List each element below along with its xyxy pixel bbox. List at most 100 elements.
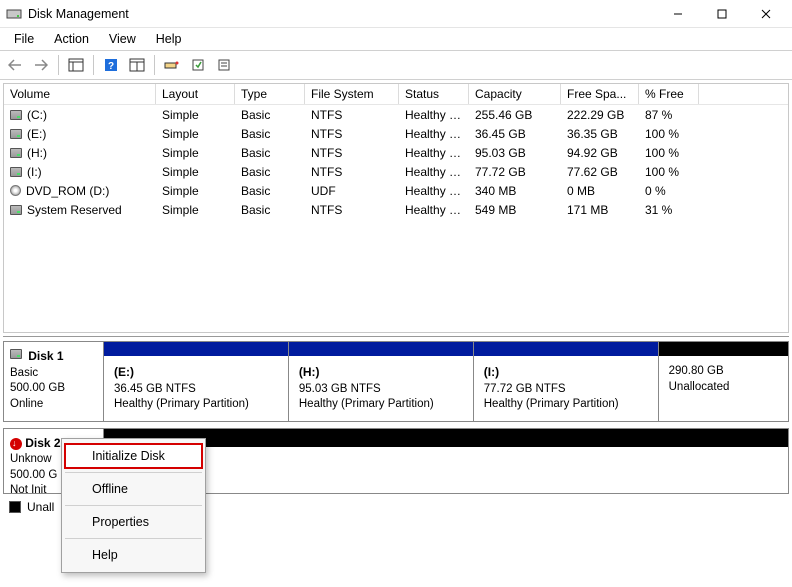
volume-fs: NTFS (305, 202, 399, 218)
volume-capacity: 95.03 GB (469, 145, 561, 161)
volume-row[interactable]: System ReservedSimpleBasicNTFSHealthy (S… (4, 200, 788, 219)
partition[interactable]: (H:) 95.03 GB NTFS Healthy (Primary Partit… (289, 342, 474, 421)
disk1-info: Disk 1 Basic 500.00 GB Online (4, 342, 104, 421)
title-bar: Disk Management (0, 0, 792, 28)
partition-size: 95.03 GB NTFS (299, 383, 381, 395)
volume-layout: Simple (156, 145, 235, 161)
col-pctfree[interactable]: % Free (639, 84, 699, 104)
volume-row[interactable]: (I:)SimpleBasicNTFSHealthy (P...77.72 GB… (4, 162, 788, 181)
volume-fs: UDF (305, 183, 399, 199)
partition[interactable]: (I:)77.72 GB NTFSHealthy (Primary Partit… (474, 342, 659, 421)
partition[interactable]: 290.80 GB Unallocated (659, 342, 788, 421)
volume-capacity: 77.72 GB (469, 164, 561, 180)
col-type[interactable]: Type (235, 84, 305, 104)
volume-fs: NTFS (305, 164, 399, 180)
ctx-offline[interactable]: Offline (64, 476, 203, 502)
maximize-button[interactable] (700, 2, 744, 26)
drive-icon (10, 167, 22, 177)
partition-status: Healthy (Primary Partition) (114, 398, 249, 410)
col-freespace[interactable]: Free Spa... (561, 84, 639, 104)
volume-row[interactable]: (H:)SimpleBasicNTFSHealthy (P...95.03 GB… (4, 143, 788, 162)
volume-fs: NTFS (305, 145, 399, 161)
disk2-size: 500.00 G (10, 469, 57, 481)
volume-row[interactable]: DVD_ROM (D:)SimpleBasicUDFHealthy (P...3… (4, 181, 788, 200)
graphical-pane: Disk 1 Basic 500.00 GB Online (E:)36.45 … (3, 336, 789, 514)
volume-row[interactable]: (E:)SimpleBasicNTFSHealthy (P...36.45 GB… (4, 124, 788, 143)
volume-row[interactable]: (C:)SimpleBasicNTFSHealthy (B...255.46 G… (4, 105, 788, 124)
list-button[interactable] (213, 54, 235, 76)
col-status[interactable]: Status (399, 84, 469, 104)
volume-capacity: 340 MB (469, 183, 561, 199)
legend-unallocated-label: Unall (27, 500, 54, 514)
disk1-title: Disk 1 (28, 349, 63, 363)
minimize-button[interactable] (656, 2, 700, 26)
volume-free: 36.35 GB (561, 126, 639, 142)
menu-view[interactable]: View (99, 30, 146, 48)
col-volume[interactable]: Volume (4, 84, 156, 104)
volume-type: Basic (235, 145, 305, 161)
volume-list: Volume Layout Type File System Status Ca… (3, 83, 789, 333)
toolbar: ? (0, 50, 792, 80)
volume-layout: Simple (156, 183, 235, 199)
view-button[interactable] (65, 54, 87, 76)
close-button[interactable] (744, 2, 788, 26)
ctx-initialize-disk[interactable]: Initialize Disk (64, 443, 203, 469)
partition-status: Healthy (Primary Partition) (299, 398, 434, 410)
volume-type: Basic (235, 107, 305, 123)
volume-capacity: 255.46 GB (469, 107, 561, 123)
legend-swatch-black (9, 501, 21, 513)
volume-free: 171 MB (561, 202, 639, 218)
toolbar-sep (58, 55, 59, 75)
menu-bar: File Action View Help (0, 28, 792, 50)
volume-list-header: Volume Layout Type File System Status Ca… (4, 84, 788, 105)
volume-type: Basic (235, 202, 305, 218)
volume-capacity: 36.45 GB (469, 126, 561, 142)
volume-free: 77.62 GB (561, 164, 639, 180)
action-button[interactable] (187, 54, 209, 76)
partition-size: 290.80 GB (669, 365, 724, 377)
menu-help[interactable]: Help (146, 30, 192, 48)
volume-status: Healthy (P... (399, 183, 469, 199)
volume-capacity: 549 MB (469, 202, 561, 218)
drive-icon (10, 205, 22, 215)
toolbar-sep (154, 55, 155, 75)
volume-type: Basic (235, 183, 305, 199)
col-filesystem[interactable]: File System (305, 84, 399, 104)
ctx-properties[interactable]: Properties (64, 509, 203, 535)
partition-size: 77.72 GB NTFS (484, 383, 566, 395)
forward-button[interactable] (30, 54, 52, 76)
refresh-button[interactable] (126, 54, 148, 76)
ctx-help[interactable]: Help (64, 542, 203, 568)
disk1-size: 500.00 GB (10, 382, 65, 394)
back-button[interactable] (4, 54, 26, 76)
col-layout[interactable]: Layout (156, 84, 235, 104)
volume-layout: Simple (156, 164, 235, 180)
disk1-state: Online (10, 398, 43, 410)
window-title: Disk Management (28, 7, 129, 21)
disk2-title: Disk 2 (25, 436, 60, 450)
disk2-state: Not Init (10, 484, 46, 496)
app-icon (6, 6, 22, 22)
drive-icon (10, 129, 22, 139)
partition[interactable]: (E:)36.45 GB NTFSHealthy (Primary Partit… (104, 342, 289, 421)
partition-status: Healthy (Primary Partition) (484, 398, 619, 410)
disk2-unallocated[interactable] (104, 429, 788, 493)
menu-action[interactable]: Action (44, 30, 99, 48)
menu-file[interactable]: File (4, 30, 44, 48)
settings-button[interactable] (161, 54, 183, 76)
partition-status: Unallocated (669, 381, 730, 393)
disk1-row[interactable]: Disk 1 Basic 500.00 GB Online (E:)36.45 … (3, 341, 789, 422)
volume-name: System Reserved (27, 203, 122, 217)
volume-layout: Simple (156, 107, 235, 123)
ctx-sep (65, 538, 202, 539)
volume-pctfree: 31 % (639, 202, 699, 218)
volume-pctfree: 100 % (639, 164, 699, 180)
col-capacity[interactable]: Capacity (469, 84, 561, 104)
ctx-sep (65, 472, 202, 473)
help-button[interactable]: ? (100, 54, 122, 76)
disk1-type: Basic (10, 367, 38, 379)
volume-type: Basic (235, 164, 305, 180)
volume-name: (E:) (27, 127, 46, 141)
partition-letter: (H:) (299, 365, 320, 379)
volume-pctfree: 100 % (639, 126, 699, 142)
